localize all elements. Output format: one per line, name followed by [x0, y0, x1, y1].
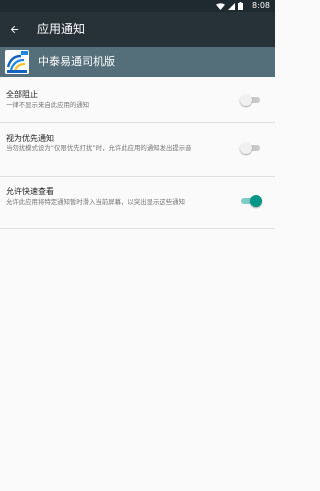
setting-summary: 一律不显示来自此应用的通知 [6, 101, 90, 109]
switch-thumb [250, 195, 262, 207]
wifi-icon [216, 2, 225, 10]
setting-summary: 当勿扰模式设为“仅限优先打扰”时，允许此应用的通知发出提示音 [6, 144, 192, 152]
setting-title: 视为优先通知 [6, 134, 54, 143]
status-time: 8:08 [252, 1, 270, 10]
setting-peek[interactable]: 允许快速查看 允许此应用将特定通知暂时滑入当前屏幕，以突出显示这些通知 [0, 177, 275, 228]
toolbar: 应用通知 [0, 12, 275, 47]
switch-thumb [240, 142, 252, 154]
status-bar: 8:08 [0, 0, 275, 12]
peek-switch[interactable] [240, 194, 262, 208]
battery-icon [238, 2, 243, 10]
block-all-switch[interactable] [240, 93, 262, 107]
signal-icon [228, 2, 235, 10]
app-header: 中泰易通司机版 [0, 47, 275, 77]
app-logo-icon [5, 50, 29, 74]
setting-title: 允许快速查看 [6, 187, 54, 196]
status-icons [216, 2, 243, 10]
setting-summary: 允许此应用将特定通知暂时滑入当前屏幕，以突出显示这些通知 [6, 198, 185, 206]
switch-thumb [240, 94, 252, 106]
priority-switch[interactable] [240, 141, 262, 155]
arrow-back-icon [10, 25, 18, 33]
back-button[interactable] [4, 19, 24, 39]
setting-block-all[interactable]: 全部阻止 一律不显示来自此应用的通知 [0, 77, 275, 122]
divider [0, 228, 275, 229]
app-name: 中泰易通司机版 [38, 55, 115, 68]
setting-title: 全部阻止 [6, 90, 38, 99]
page-title: 应用通知 [37, 22, 86, 36]
setting-priority[interactable]: 视为优先通知 当勿扰模式设为“仅限优先打扰”时，允许此应用的通知发出提示音 [0, 123, 275, 176]
